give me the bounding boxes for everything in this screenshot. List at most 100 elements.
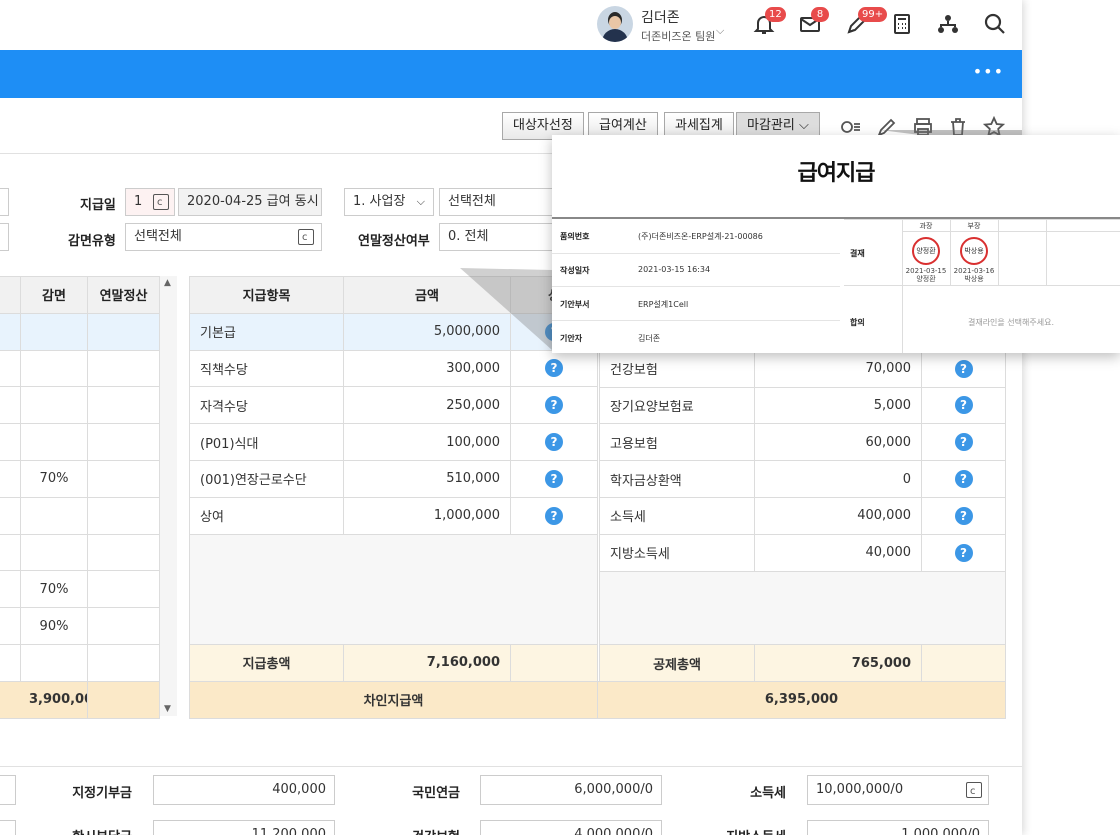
divider xyxy=(552,286,840,287)
table-header-row: 지급항목 금액 상 xyxy=(189,276,598,314)
approval-pen-icon[interactable]: 99+ xyxy=(845,7,888,36)
help-icon[interactable]: ? xyxy=(545,396,563,415)
chevron-down-icon[interactable]: ⌵ xyxy=(716,24,724,38)
help-icon[interactable]: ? xyxy=(545,433,563,452)
drafter-value: 김더존 xyxy=(638,334,661,343)
pay-date-seq-value: 1 xyxy=(134,194,143,209)
mail-icon[interactable]: 8 xyxy=(798,7,829,36)
yearend-select[interactable]: 0. 전체 xyxy=(439,223,554,251)
table-row[interactable] xyxy=(0,643,160,682)
reduce-type-label: 감면유형 xyxy=(68,234,116,249)
column-header[interactable]: 감면 xyxy=(20,276,88,314)
help-icon[interactable]: ? xyxy=(954,470,973,489)
table-row[interactable]: 90% xyxy=(0,607,160,645)
row2-field3[interactable]: 1,000,000/0 xyxy=(807,820,989,835)
org-chart-icon[interactable] xyxy=(936,12,960,36)
chevron-down-icon: ⌵ xyxy=(798,118,809,133)
dept-value: ERP설계1Cell xyxy=(638,300,689,309)
help-icon[interactable]: ? xyxy=(545,506,563,525)
pension-label: 국민연금 xyxy=(412,786,460,801)
pay-date-seq-input[interactable]: 1 xyxy=(125,188,175,216)
more-icon[interactable]: ••• xyxy=(973,62,1004,81)
help-icon[interactable]: ? xyxy=(545,359,563,378)
table-row[interactable] xyxy=(0,533,160,572)
module-bar: ••• xyxy=(0,50,1022,98)
approval-stamp: 양정환 xyxy=(912,237,940,265)
help-icon[interactable]: ? xyxy=(954,543,973,562)
pay-date-label: 지급일 xyxy=(80,198,116,213)
help-icon[interactable]: ? xyxy=(954,396,973,415)
total-row: 3,900,000 xyxy=(0,680,160,719)
table-row[interactable]: 기본급5,000,000? xyxy=(189,312,598,351)
app-window: 김더존 더존비즈온 팀원 ⌵ 12 8 99+ ••• 대상자선정 급여계산 과… xyxy=(0,0,1022,835)
user-name[interactable]: 김더존 xyxy=(641,7,680,27)
document-title: 급여지급 xyxy=(797,161,876,186)
table-row[interactable]: 70% xyxy=(0,570,160,609)
pay-items-table: 지급항목 금액 상 기본급5,000,000? 직책수당300,000? 자격수… xyxy=(189,276,598,682)
bell-icon[interactable]: 12 xyxy=(752,7,786,36)
column-header[interactable]: 지급항목 xyxy=(189,276,344,314)
income-tax-value: 10,000,000/0 xyxy=(816,782,904,797)
table-row[interactable]: (P01)식대 100,000? xyxy=(189,423,598,461)
close-management-label: 마감관리 xyxy=(747,118,795,133)
table-row[interactable]: 학자금상환액 0? xyxy=(599,460,1006,498)
income-tax-field[interactable]: 10,000,000/0 xyxy=(807,775,989,806)
table-row[interactable]: 자격수당 250,000? xyxy=(189,386,598,425)
table-row[interactable]: 장기요양보험료 5,000? xyxy=(599,386,1006,425)
scroll-down-icon[interactable]: ▼ xyxy=(164,704,171,714)
column-header[interactable]: 연말정산 xyxy=(87,276,160,314)
filter-stub xyxy=(0,223,9,251)
net-pay-label: 차인지급액 xyxy=(189,681,598,719)
table-row[interactable]: 상여 1,000,000? xyxy=(189,496,598,535)
row2-field1[interactable]: 11,200,000 xyxy=(153,820,335,835)
table-row[interactable]: 지방소득세 40,000? xyxy=(599,533,1006,572)
search-icon[interactable] xyxy=(983,12,1007,36)
vertical-scrollbar[interactable]: ▲ ▼ xyxy=(159,276,177,716)
site-select-value: 1. 사업장 xyxy=(353,194,406,209)
agreement-label: 합의 xyxy=(850,318,865,327)
scroll-up-icon[interactable]: ▲ xyxy=(164,278,171,288)
table-row[interactable] xyxy=(0,312,160,351)
site-select[interactable]: 1. 사업장 ⌵ xyxy=(344,188,434,216)
table-row[interactable]: 직책수당 300,000? xyxy=(189,349,598,388)
donation-field[interactable]: 400,000 xyxy=(153,775,335,805)
column-header[interactable]: 금액 xyxy=(343,276,511,314)
pension-field[interactable]: 6,000,000/0 xyxy=(480,775,662,805)
table-row[interactable]: 70% xyxy=(0,459,160,498)
table-row[interactable] xyxy=(0,496,160,535)
table-row[interactable]: 소득세 400,000? xyxy=(599,496,1006,535)
table-row[interactable] xyxy=(0,386,160,425)
avatar[interactable] xyxy=(597,6,633,42)
empty-row xyxy=(599,570,1006,608)
table-row[interactable]: (001)연장근로수단 510,000? xyxy=(189,459,598,498)
table-row[interactable]: 건강보험 70,000? xyxy=(599,349,1006,388)
table-row[interactable] xyxy=(0,349,160,388)
chevron-down-icon: ⌵ xyxy=(416,195,425,208)
divider xyxy=(902,231,1120,232)
income-tax-label: 소득세 xyxy=(750,786,786,801)
approver-name: 양정환 xyxy=(916,275,936,283)
reduce-type-field[interactable]: 선택전체 xyxy=(125,223,322,251)
table-row[interactable]: 고용보험 60,000? xyxy=(599,423,1006,462)
row2-field2[interactable]: 4,000,000/0 xyxy=(480,820,662,835)
bottom-stub xyxy=(0,775,16,805)
bottom-stub xyxy=(0,820,16,835)
help-icon[interactable]: ? xyxy=(954,359,973,378)
help-icon[interactable]: ? xyxy=(954,506,973,525)
site-value-field[interactable]: 선택전체 xyxy=(439,188,554,216)
calendar-icon[interactable] xyxy=(966,778,982,806)
empty-row xyxy=(189,607,598,645)
doc-no-value: (주)더존비즈온-ERP설계-21-00086 xyxy=(638,232,763,241)
calendar-icon[interactable] xyxy=(298,225,314,251)
help-icon[interactable]: ? xyxy=(954,433,973,452)
created-label: 작성일자 xyxy=(560,266,590,275)
agreement-hint[interactable]: 결재라인을 선택해주세요. xyxy=(902,317,1120,328)
pay-date-value: 2020-04-25 급여 동시 xyxy=(178,188,322,216)
message-badge: 8 xyxy=(811,7,829,22)
calculator-icon[interactable] xyxy=(890,12,914,36)
table-row[interactable] xyxy=(0,423,160,461)
page: 김더존 더존비즈온 팀원 ⌵ 12 8 99+ ••• 대상자선정 급여계산 과… xyxy=(0,0,1120,835)
help-icon[interactable]: ? xyxy=(545,469,563,488)
calendar-icon[interactable] xyxy=(153,190,169,216)
divider xyxy=(1046,219,1047,285)
